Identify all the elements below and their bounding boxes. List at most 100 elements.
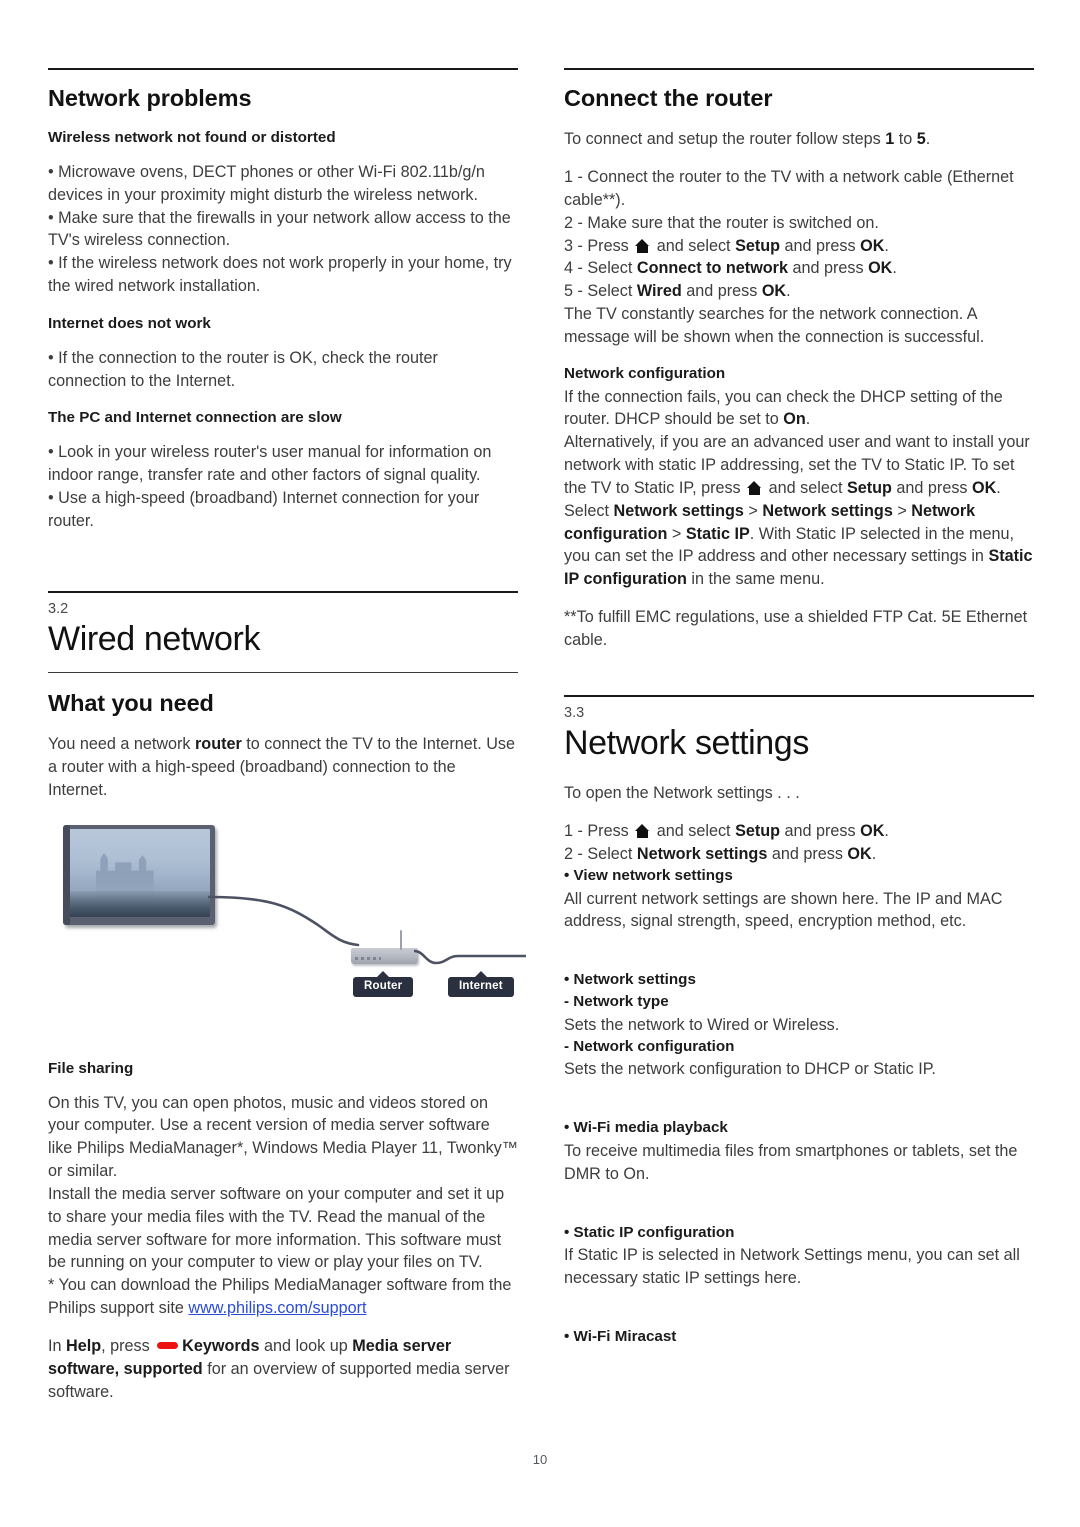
router-leds bbox=[355, 956, 381, 960]
step-item-4: 4 - Select Connect to network and press … bbox=[564, 257, 1034, 280]
paragraph-network-type: Sets the network to Wired or Wireless. bbox=[564, 1015, 840, 1034]
settings-step-2: 2 - Select Network settings and press OK… bbox=[564, 843, 1034, 866]
figure-wired-network-diagram: Router Internet bbox=[48, 817, 526, 1035]
paragraph-open-network-settings: To open the Network settings . . . bbox=[564, 784, 800, 803]
text-fragment: . bbox=[871, 844, 877, 863]
step-item-2: 2 - Make sure that the router is switche… bbox=[564, 213, 879, 232]
bullet-item: • Make sure that the firewalls in your n… bbox=[48, 208, 511, 250]
text-fragment: , press bbox=[101, 1336, 155, 1355]
emphasis-ok: OK bbox=[972, 478, 997, 497]
tv-illustration bbox=[63, 824, 215, 925]
emphasis-ok: OK bbox=[847, 844, 872, 863]
paragraph-dhcp: If the connection fails, you can check t… bbox=[564, 386, 1034, 432]
emphasis-static-ip: Static IP bbox=[685, 524, 750, 543]
label-router: Router bbox=[353, 970, 414, 998]
subheading-network-configuration-item: - Network configuration bbox=[564, 1037, 735, 1055]
section-title-network-settings: Network settings bbox=[564, 724, 809, 763]
paragraph-static-ip-intro: Alternatively, if you are an advanced us… bbox=[564, 431, 1034, 500]
text-fragment: to bbox=[894, 130, 917, 149]
text-fragment: . bbox=[892, 259, 897, 278]
emphasis-keywords: Keywords bbox=[182, 1336, 260, 1355]
emphasis-step-5: 5 bbox=[916, 130, 926, 149]
paragraph-file-sharing-1: On this TV, you can open photos, music a… bbox=[48, 1093, 518, 1181]
emphasis-connect-to-network: Connect to network bbox=[636, 259, 788, 278]
section-rule-under-3-2 bbox=[48, 672, 518, 674]
paragraph-file-sharing-3: * You can download the Philips MediaMana… bbox=[48, 1274, 518, 1320]
paragraph-connect-tail: The TV constantly searches for the netwo… bbox=[564, 305, 985, 346]
text-fragment: and press bbox=[780, 236, 861, 255]
emphasis-setup: Setup bbox=[735, 236, 781, 255]
text-fragment: To connect and setup the router follow s… bbox=[564, 130, 886, 149]
page-number: 10 bbox=[532, 1452, 548, 1467]
paragraph-menu-path: Select Network settings > Network settin… bbox=[564, 500, 1034, 591]
paragraph-emc-footnote: **To fulfill EMC regulations, use a shie… bbox=[564, 608, 1028, 649]
text-fragment: 5 - Select bbox=[564, 282, 637, 301]
text-fragment: 1 - Press bbox=[564, 822, 634, 841]
paragraph-help-keywords: In Help, press Keywords and look up Medi… bbox=[48, 1335, 518, 1404]
paragraph-what-you-need: You need a network router to connect the… bbox=[48, 733, 518, 802]
philips-support-link[interactable]: www.philips.com/support bbox=[188, 1299, 366, 1317]
heading-what-you-need: What you need bbox=[48, 690, 214, 717]
step-item-5: 5 - Select Wired and press OK. bbox=[564, 280, 1034, 303]
text-fragment: and press bbox=[681, 282, 762, 301]
emphasis-network-settings: Network settings bbox=[636, 844, 768, 863]
emphasis-router: router bbox=[195, 735, 242, 754]
home-icon bbox=[635, 238, 650, 253]
text-fragment: > bbox=[667, 524, 686, 543]
heading-network-problems: Network problems bbox=[48, 85, 252, 111]
emphasis-on: On bbox=[783, 410, 806, 429]
text-fragment: 4 - Select bbox=[564, 259, 637, 278]
bullet-network-settings: • Network settings bbox=[564, 971, 696, 989]
emphasis-ok: OK bbox=[860, 236, 885, 255]
paragraph-network-configuration: Sets the network configuration to DHCP o… bbox=[564, 1060, 936, 1079]
text-fragment: and press bbox=[780, 822, 861, 841]
cable-tv-to-router bbox=[208, 895, 360, 947]
text-fragment: In bbox=[48, 1336, 66, 1355]
section-number-3-2: 3.2 bbox=[48, 600, 69, 617]
emphasis-setup: Setup bbox=[735, 822, 781, 841]
emphasis-ok: OK bbox=[868, 259, 893, 278]
text-fragment: . bbox=[925, 130, 931, 149]
text-fragment: . bbox=[786, 282, 791, 301]
paragraph-steps-intro: To connect and setup the router follow s… bbox=[564, 128, 1034, 151]
home-icon bbox=[635, 824, 650, 839]
emphasis-step-1: 1 bbox=[885, 130, 895, 149]
section-number-3-3: 3.3 bbox=[564, 704, 585, 721]
bullet-item: • Microwave ovens, DECT phones or other … bbox=[48, 162, 485, 204]
paragraph-static-ip-configuration: If Static IP is selected in Network Sett… bbox=[564, 1246, 1020, 1288]
bullet-item: • If the wireless network does not work … bbox=[48, 254, 512, 296]
emphasis-wired: Wired bbox=[636, 282, 682, 301]
text-fragment: > bbox=[743, 501, 763, 520]
emphasis-setup: Setup bbox=[846, 478, 892, 497]
bullet-wifi-media-playback: • Wi-Fi media playback bbox=[564, 1119, 728, 1137]
text-fragment: and press bbox=[891, 478, 973, 497]
cable-router-to-internet bbox=[414, 949, 526, 965]
emphasis-network-settings: Network settings bbox=[762, 501, 893, 520]
bullet-group-wireless: • Microwave ovens, DECT phones or other … bbox=[48, 161, 518, 298]
subheading-network-type: - Network type bbox=[564, 993, 669, 1010]
text-fragment: Select bbox=[564, 501, 614, 520]
section-rule-3-3 bbox=[564, 694, 1034, 697]
text-fragment: and press bbox=[787, 259, 869, 278]
section-title-wired-network: Wired network bbox=[48, 619, 261, 658]
subheading-wireless-not-found: Wireless network not found or distorted bbox=[48, 129, 336, 147]
right-column: Connect the router To connect and setup … bbox=[564, 68, 1034, 1349]
section-rule-top-right bbox=[564, 68, 1034, 70]
bullet-wifi-miracast: • Wi-Fi Miracast bbox=[564, 1328, 677, 1346]
bullet-item: • If the connection to the router is OK,… bbox=[48, 348, 438, 390]
section-rule-top-left bbox=[48, 68, 518, 70]
text-fragment: . bbox=[884, 822, 889, 841]
router-antenna bbox=[400, 929, 402, 950]
text-fragment: and look up bbox=[259, 1336, 353, 1355]
text-fragment: . bbox=[805, 410, 811, 429]
bullet-static-ip-configuration: • Static IP configuration bbox=[564, 1223, 735, 1241]
settings-step-1: 1 - Press and select Setup and press OK. bbox=[564, 820, 1034, 843]
text-fragment: and select bbox=[652, 236, 736, 255]
paragraph-file-sharing-2: Install the media server software on you… bbox=[48, 1184, 505, 1272]
label-internet: Internet bbox=[448, 970, 514, 998]
text-fragment: in the same menu. bbox=[686, 570, 825, 589]
bullet-group-slow: • Look in your wireless router's user ma… bbox=[48, 441, 518, 532]
paragraph-wifi-media-playback: To receive multimedia files from smartph… bbox=[564, 1141, 1018, 1183]
bullet-item: • Use a high-speed (broadband) Internet … bbox=[48, 488, 480, 530]
emphasis-ok: OK bbox=[761, 282, 787, 301]
